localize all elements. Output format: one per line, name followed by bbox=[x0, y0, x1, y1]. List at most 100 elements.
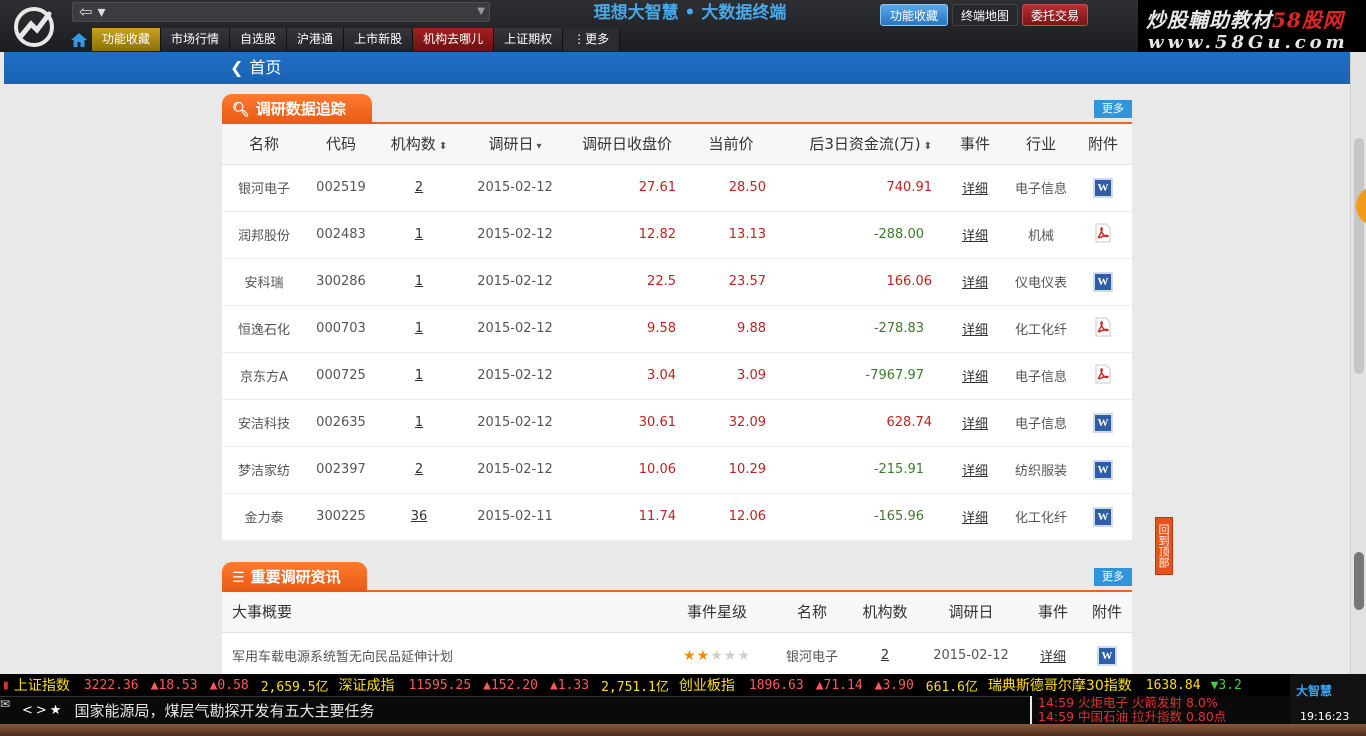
nav-ipo[interactable]: 上市新股 bbox=[344, 28, 414, 51]
cell-name[interactable]: 梦洁家纺 bbox=[222, 446, 306, 494]
word-doc-icon[interactable]: W bbox=[1093, 506, 1113, 527]
inst-count-link[interactable]: 36 bbox=[411, 509, 428, 524]
word-doc-icon[interactable]: W bbox=[1093, 459, 1113, 480]
ticker-name[interactable]: 创业板指 bbox=[675, 675, 743, 695]
detail-link[interactable]: 详细 bbox=[962, 182, 988, 197]
cell-name[interactable]: 金力泰 bbox=[222, 493, 306, 541]
sort-desc-icon[interactable]: ▾ bbox=[536, 141, 541, 152]
table-row[interactable]: 军用车载电源系统暂无向民品延伸计划 ★★★★★ 银河电子 2 2015-02-12 详细 W bbox=[222, 632, 1132, 674]
inst-count-link[interactable]: 1 bbox=[415, 321, 423, 336]
news-headline[interactable]: 国家能源局，煤层气勘探开发有五大主要任务 bbox=[74, 700, 374, 721]
back-home-link[interactable]: ❮ 首页 bbox=[230, 56, 281, 80]
pdf-doc-icon[interactable] bbox=[1094, 364, 1112, 384]
cell-name[interactable]: 恒逸石化 bbox=[222, 305, 306, 353]
star-icon: ★ bbox=[696, 647, 711, 664]
dropdown-arrow-icon[interactable]: ▼ bbox=[477, 3, 485, 21]
mail-icon[interactable]: ✉ bbox=[0, 697, 16, 711]
back-to-top-button[interactable]: 回到顶部 bbox=[1155, 517, 1173, 575]
cell-event: 详细 bbox=[942, 164, 1008, 212]
vertical-scrollbar[interactable] bbox=[1350, 52, 1366, 674]
col-industry: 行业 bbox=[1008, 124, 1074, 165]
word-doc-icon[interactable]: W bbox=[1093, 412, 1113, 433]
nav-more[interactable]: ⋮更多 bbox=[563, 28, 621, 51]
inst-count-link[interactable]: 1 bbox=[415, 227, 423, 242]
inst-count-link[interactable]: 1 bbox=[415, 415, 423, 430]
detail-link[interactable]: 详细 bbox=[962, 370, 988, 385]
ticker-change: ▲71.14 bbox=[815, 677, 863, 693]
cell-price: 9.88 bbox=[686, 305, 776, 353]
table-row[interactable]: 安洁科技 002635 1 2015-02-12 30.61 32.09 628.74 详细 电… bbox=[222, 399, 1132, 447]
word-doc-icon[interactable]: W bbox=[1097, 645, 1117, 666]
detail-link[interactable]: 详细 bbox=[962, 417, 988, 432]
nav-watchlist[interactable]: 自选股 bbox=[230, 28, 288, 51]
cell-name[interactable]: 润邦股份 bbox=[222, 211, 306, 259]
col-date[interactable]: 调研日 ▾ bbox=[462, 124, 568, 165]
search-icon: 🔍︎ bbox=[232, 102, 250, 118]
cell-name[interactable]: 银河电子 bbox=[772, 632, 852, 674]
nav-options[interactable]: 上证期权 bbox=[494, 28, 564, 51]
inst-count-link[interactable]: 2 bbox=[415, 462, 423, 477]
inst-count-link[interactable]: 1 bbox=[415, 274, 423, 289]
app-title: 理想大智慧 • 大数据终端 bbox=[593, 3, 787, 23]
pdf-doc-icon[interactable] bbox=[1094, 223, 1112, 243]
inst-count-link[interactable]: 1 bbox=[415, 368, 423, 383]
nav-institutions[interactable]: 机构去哪儿 bbox=[413, 28, 495, 51]
nav-hk-connect[interactable]: 沪港通 bbox=[287, 28, 345, 51]
address-bar[interactable]: ⇦ ▾ ▼ bbox=[72, 2, 490, 22]
scrollbar-thumb-secondary[interactable] bbox=[1354, 552, 1364, 610]
cell-inst: 1 bbox=[376, 211, 462, 259]
cell-name[interactable]: 安洁科技 bbox=[222, 399, 306, 447]
app-logo-icon[interactable] bbox=[4, 4, 64, 50]
table-row[interactable]: 润邦股份 002483 1 2015-02-12 12.82 13.13 -288.00 详细… bbox=[222, 211, 1132, 259]
ticker-name[interactable]: 深证成指 bbox=[335, 675, 403, 695]
research-title-text: 调研数据追踪 bbox=[255, 100, 346, 118]
news-more-button[interactable]: 更多 bbox=[1094, 568, 1132, 586]
col-flow[interactable]: 后3日资金流(万) ⬍ bbox=[776, 124, 942, 165]
word-doc-icon[interactable]: W bbox=[1093, 271, 1113, 292]
table-row[interactable]: 恒逸石化 000703 1 2015-02-12 9.58 9.88 -278.83 详细 化工… bbox=[222, 305, 1132, 353]
ticker-name[interactable]: 上证指数 bbox=[10, 675, 78, 695]
detail-link[interactable]: 详细 bbox=[962, 511, 988, 526]
nav-favorites[interactable]: 功能收藏 bbox=[92, 28, 162, 51]
cell-name[interactable]: 银河电子 bbox=[222, 164, 306, 212]
back-arrow-icon[interactable]: ⇦ ▾ bbox=[75, 3, 113, 21]
cell-close: 22.5 bbox=[568, 258, 686, 306]
nav-market[interactable]: 市场行情 bbox=[161, 28, 231, 51]
word-doc-icon[interactable]: W bbox=[1093, 177, 1113, 198]
detail-link[interactable]: 详细 bbox=[962, 464, 988, 479]
table-row[interactable]: 金力泰 300225 36 2015-02-11 11.74 12.06 -165.96 详细… bbox=[222, 493, 1132, 541]
table-row[interactable]: 安科瑞 300286 1 2015-02-12 22.5 23.57 166.06 详细 仪电仪… bbox=[222, 258, 1132, 306]
ticker-name[interactable]: 瑞典斯德哥尔摩30指数 bbox=[984, 675, 1140, 695]
pdf-doc-icon[interactable] bbox=[1094, 317, 1112, 337]
table-row[interactable]: 梦洁家纺 002397 2 2015-02-12 10.06 10.29 -215.91 详细… bbox=[222, 446, 1132, 494]
detail-link[interactable]: 详细 bbox=[962, 276, 988, 291]
detail-link[interactable]: 详细 bbox=[1040, 650, 1066, 665]
cell-date: 2015-02-12 bbox=[462, 305, 568, 353]
trade-button[interactable]: 委托交易 bbox=[1022, 4, 1088, 26]
cell-code: 000725 bbox=[306, 352, 376, 400]
alert-item[interactable]: 14:59 火炬电子 火箭发射 8.0% bbox=[1032, 696, 1290, 710]
sort-icon[interactable]: ⬍ bbox=[439, 141, 447, 152]
detail-link[interactable]: 详细 bbox=[962, 229, 988, 244]
table-row[interactable]: 京东方A 000725 1 2015-02-12 3.04 3.09 -7967.97 详细 电… bbox=[222, 352, 1132, 400]
cell-event: 详细 bbox=[942, 446, 1008, 494]
cell-name[interactable]: 京东方A bbox=[222, 352, 306, 400]
sort-icon[interactable]: ⬍ bbox=[924, 141, 932, 152]
research-more-button[interactable]: 更多 bbox=[1094, 100, 1132, 118]
main-content: 🔍︎ 调研数据追踪 更多 名称 代码 机构数 ⬍ 调研日 ▾ 调研日收盘价 当前价 后… bbox=[4, 84, 1350, 674]
news-header-row: 大事概要 事件星级 名称 机构数 调研日 事件 附件 bbox=[222, 592, 1132, 633]
col-inst[interactable]: 机构数 ⬍ bbox=[376, 124, 462, 165]
scrollbar-thumb[interactable] bbox=[1354, 138, 1364, 374]
terminal-map-button[interactable]: 终端地图 bbox=[952, 4, 1018, 26]
table-row[interactable]: 银河电子 002519 2 2015-02-12 27.61 28.50 740.91 详细 电… bbox=[222, 164, 1132, 212]
cell-name[interactable]: 安科瑞 bbox=[222, 258, 306, 306]
favorites-button[interactable]: 功能收藏 bbox=[880, 4, 948, 26]
alert-item[interactable]: 14:59 中国石油 拉升指数 0.80点 bbox=[1032, 710, 1290, 724]
chevron-left-icon: ❮ bbox=[230, 58, 244, 77]
cell-summary[interactable]: 军用车载电源系统暂无向民品延伸计划 bbox=[222, 632, 662, 674]
home-icon[interactable] bbox=[66, 28, 92, 51]
detail-link[interactable]: 详细 bbox=[962, 323, 988, 338]
watermark-url: www.58Gu.com bbox=[1148, 32, 1349, 53]
inst-count-link[interactable]: 2 bbox=[415, 180, 423, 195]
inst-count-link[interactable]: 2 bbox=[881, 648, 889, 663]
